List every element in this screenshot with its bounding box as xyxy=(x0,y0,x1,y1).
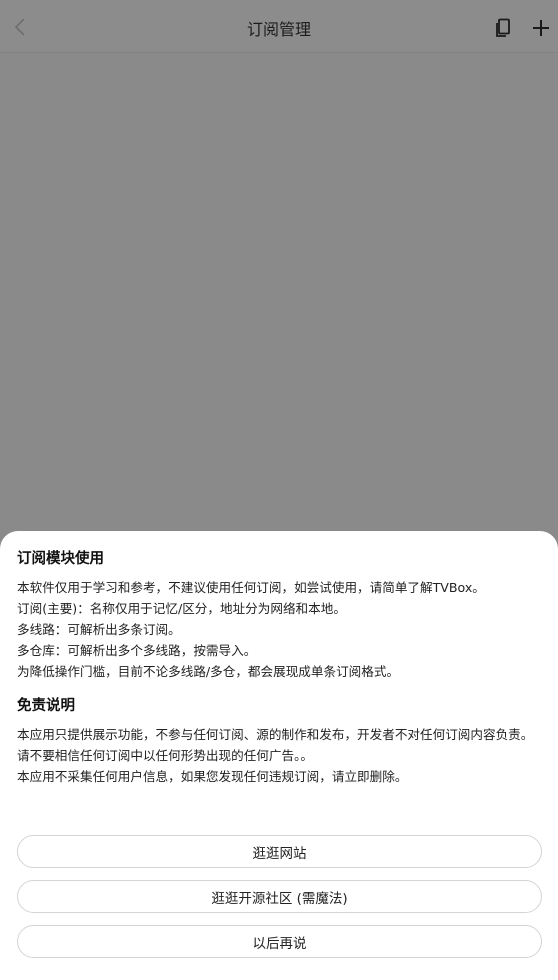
copy-icon xyxy=(496,18,510,37)
visit-community-button[interactable]: 逛逛开源社区 (需魔法) xyxy=(17,880,542,913)
copy-button[interactable] xyxy=(491,16,515,40)
plus-icon xyxy=(533,20,549,36)
usage-line: 订阅(主要)：名称仅用于记忆/区分，地址分为网络和本地。 xyxy=(17,601,346,616)
later-button[interactable]: 以后再说 xyxy=(17,925,542,958)
disclaimer-paragraph: 本应用只提供展示功能，不参与任何订阅、源的制作和发布，开发者不对任何订阅内容负责… xyxy=(17,724,541,787)
disclaimer-line: 请不要相信任何订阅中以任何形势出现的任何广告。。 xyxy=(17,748,313,763)
disclaimer-line: 本应用只提供展示功能，不参与任何订阅、源的制作和发布，开发者不对任何订阅内容负责… xyxy=(17,727,534,742)
section-title-usage: 订阅模块使用 xyxy=(17,551,104,567)
disclaimer-line: 本应用不采集任何用户信息，如果您发现任何违规订阅，请立即删除。 xyxy=(17,769,408,784)
usage-line: 多线路：可解析出多条订阅。 xyxy=(17,622,181,637)
page-title: 订阅管理 xyxy=(246,20,311,39)
usage-line: 多仓库：可解析出多个多线路，按需导入。 xyxy=(17,643,257,658)
section-title-disclaimer: 免责说明 xyxy=(17,698,75,714)
usage-line: 本软件仅用于学习和参考，不建议使用任何订阅，如尝试使用，请简单了解TVBox。 xyxy=(17,580,485,595)
add-button[interactable] xyxy=(528,15,554,41)
usage-line: 为降低操作门槛，目前不论多线路/多仓，都会展现成单条订阅格式。 xyxy=(17,664,400,679)
usage-paragraph: 本软件仅用于学习和参考，不建议使用任何订阅，如尝试使用，请简单了解TVBox。 … xyxy=(17,577,541,682)
app-bar: 订阅管理 xyxy=(0,0,558,53)
visit-site-button[interactable]: 逛逛网站 xyxy=(17,835,542,868)
bottom-sheet-dialog: 订阅模块使用 本软件仅用于学习和参考，不建议使用任何订阅，如尝试使用，请简单了解… xyxy=(0,531,558,980)
